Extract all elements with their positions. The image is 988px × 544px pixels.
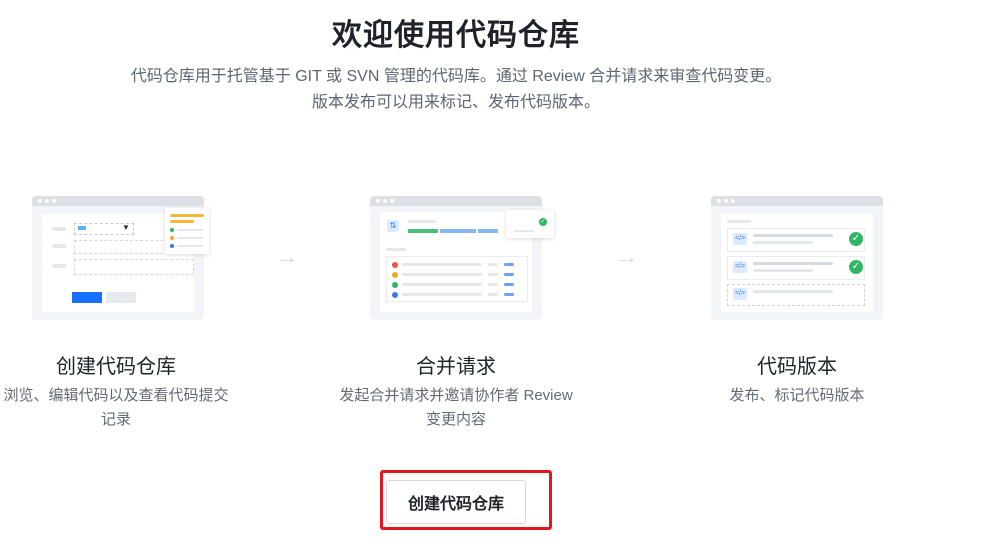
arrow-icon: → — [276, 244, 298, 269]
page-title: 欢迎使用代码仓库 — [332, 19, 580, 52]
page-subtitle: 代码仓库用于托管基于 GIT 或 SVN 管理的代码库。通过 Review 合并… — [0, 64, 912, 116]
feature-desc-code-version: 发布、标记代码版本 — [677, 384, 917, 408]
feature-desc-line: 发起合并请求并邀请协作者 Review — [339, 387, 573, 404]
check-circle-icon: ✓ — [849, 232, 863, 246]
feature-desc-line: 浏览、编辑代码以及查看代码提交 — [3, 387, 229, 404]
code-icon: </> — [733, 233, 747, 245]
check-circle-icon: ✓ — [849, 260, 863, 274]
check-circle-icon: ✓ — [539, 218, 547, 226]
feature-title-code-version: 代码版本 — [757, 356, 837, 378]
feature-desc-line: 变更内容 — [425, 411, 486, 428]
feature-desc-line: 记录 — [100, 411, 131, 428]
code-version-illustration: </> ✓ </> ✓ </> — [711, 196, 883, 320]
feature-desc-create-repo: 浏览、编辑代码以及查看代码提交 记录 — [0, 384, 236, 432]
subtitle-line-2: 版本发布可以用来标记、发布代码版本。 — [311, 94, 600, 111]
arrow-icon: → — [616, 244, 638, 269]
legend-popup — [165, 208, 209, 254]
review-popup: ✓ — [506, 210, 554, 238]
merge-request-icon: ⇅ — [387, 220, 399, 232]
subtitle-line-1: 代码仓库用于托管基于 GIT 或 SVN 管理的代码库。通过 Review 合并… — [130, 68, 782, 85]
code-icon: </> — [733, 261, 747, 273]
feature-title-merge-request: 合并请求 — [416, 356, 496, 378]
feature-title-create-repo: 创建代码仓库 — [56, 356, 176, 378]
feature-desc-merge-request: 发起合并请求并邀请协作者 Review 变更内容 — [326, 384, 586, 432]
code-icon: </> — [733, 288, 747, 300]
feature-desc-line: 发布、标记代码版本 — [729, 387, 865, 404]
create-repo-button[interactable]: 创建代码仓库 — [386, 480, 526, 524]
